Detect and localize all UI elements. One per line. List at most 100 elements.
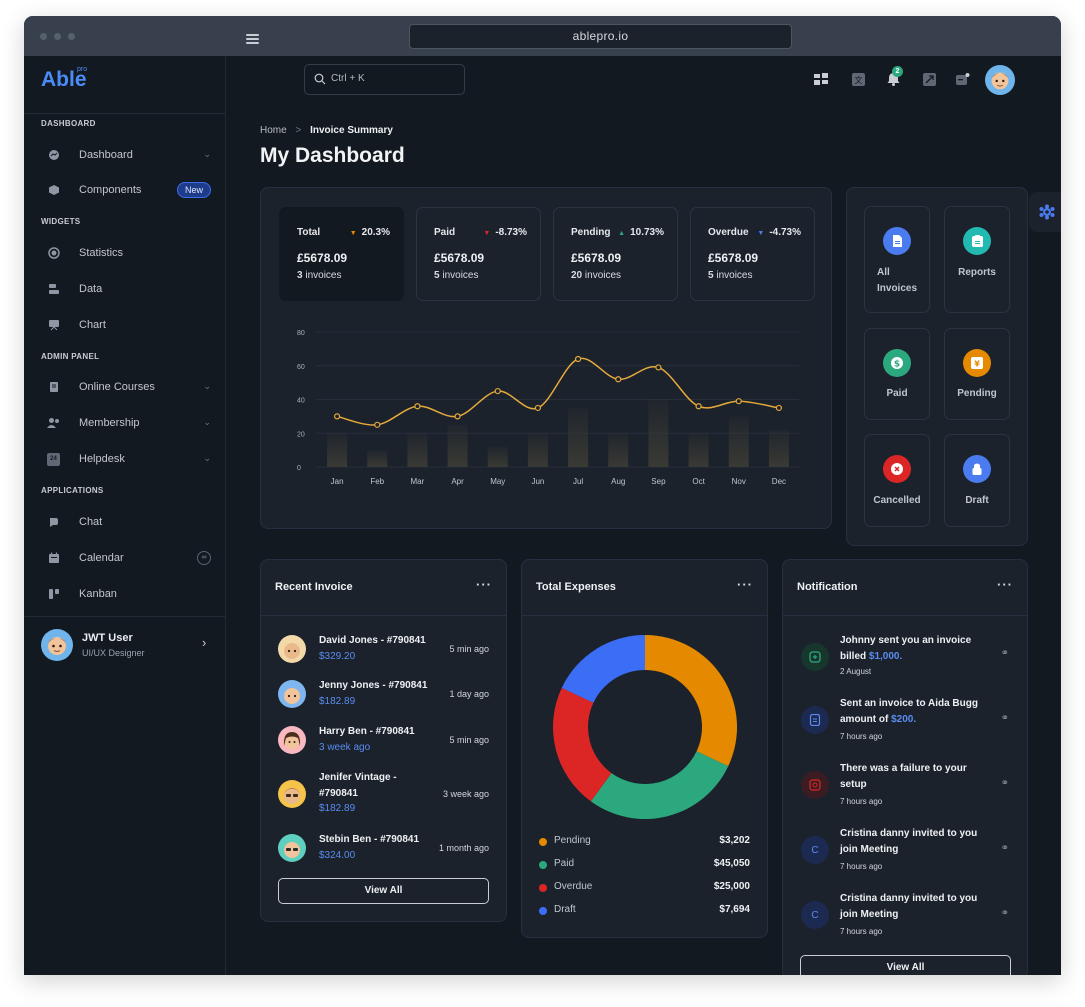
- close-window-button[interactable]: [40, 33, 47, 40]
- action-reports[interactable]: Reports: [944, 206, 1010, 313]
- sidebar-item-label: Data: [79, 283, 103, 295]
- stat-card-overdue[interactable]: Overdue ▼ -4.73% £5678.09 5 invoices: [690, 207, 815, 301]
- action-paid[interactable]: $ Paid: [864, 328, 930, 420]
- sidebar-item-chat[interactable]: Chat: [41, 510, 211, 534]
- profile-avatar[interactable]: [985, 65, 1015, 95]
- fullscreen-icon[interactable]: [921, 71, 937, 87]
- browser-window: ablepro.io Able pro DASHBOARD Dashboard …: [24, 16, 1061, 975]
- stat-amount: £5678.09: [571, 251, 622, 265]
- sidebar-item-membership[interactable]: Membership ⌄: [41, 411, 211, 435]
- x-tick-label: Dec: [772, 477, 786, 486]
- notification-text-part: Johnny sent you an invoice billed: [840, 635, 972, 662]
- legend-item-draft: Draft $7,694: [539, 903, 750, 919]
- sidebar-item-kanban[interactable]: Kanban: [41, 582, 211, 606]
- chart-point: [655, 364, 662, 371]
- chart-bar: [487, 446, 508, 467]
- stat-change: ▼ -4.73%: [757, 227, 801, 238]
- panel-title: Notification: [797, 581, 858, 593]
- x-tick-label: Nov: [732, 477, 746, 486]
- legend-label: Overdue: [554, 881, 593, 892]
- view-all-notifications-button[interactable]: View All: [800, 955, 1011, 975]
- more-options-icon[interactable]: ···: [737, 577, 753, 592]
- sidebar-item-online-courses[interactable]: Online Courses ⌄: [41, 375, 211, 399]
- trend-down-icon: ▼: [483, 230, 491, 237]
- action-label-line: All: [877, 267, 890, 278]
- sidebar-item-calendar[interactable]: Calendar ∞: [41, 546, 211, 570]
- gear-icon: [1039, 204, 1055, 220]
- chart-bar: [327, 433, 348, 467]
- stat-count: 5 invoices: [434, 270, 478, 281]
- settings-gear-button[interactable]: [1029, 192, 1061, 232]
- chart-bar: [728, 416, 749, 467]
- chevron-down-icon: ⌄: [203, 417, 211, 427]
- sidebar-item-statistics[interactable]: Statistics: [41, 241, 211, 265]
- sidebar-item-label: Calendar: [79, 552, 124, 564]
- stat-count-unit: invoices: [305, 270, 342, 281]
- action-pending[interactable]: ¥ Pending: [944, 328, 1010, 420]
- stat-card-paid[interactable]: Paid ▼ -8.73% £5678.09 5 invoices: [416, 207, 541, 301]
- view-all-invoices-button[interactable]: View All: [278, 878, 489, 904]
- sidebar-item-components[interactable]: Components New: [41, 178, 211, 202]
- legend-value: $45,050: [713, 858, 750, 869]
- sidebar-item-label: Kanban: [79, 588, 117, 600]
- cancel-icon: [883, 455, 911, 483]
- breadcrumb-separator: >: [295, 125, 302, 136]
- file-icon: [801, 706, 829, 734]
- stat-count-unit: invoices: [716, 270, 753, 281]
- breadcrumb-home[interactable]: Home: [260, 125, 287, 136]
- search-input[interactable]: Ctrl + K: [304, 64, 465, 95]
- x-tick-label: Feb: [370, 477, 384, 486]
- avatar: [41, 629, 73, 661]
- stat-card-total[interactable]: Total ▼ 20.3% £5678.09 3 invoices: [279, 207, 404, 301]
- legend-swatch: [539, 907, 547, 915]
- sidebar-item-label: Online Courses: [79, 381, 155, 393]
- link-icon[interactable]: ⚭: [1001, 713, 1009, 724]
- donut-slice-draft: [561, 635, 645, 703]
- quick-actions-card: All Invoices Reports $ Paid ¥ Pending Can…: [846, 187, 1028, 546]
- stat-count: 5 invoices: [708, 270, 752, 281]
- maximize-window-button[interactable]: [68, 33, 75, 40]
- chart-point: [374, 421, 381, 428]
- more-options-icon[interactable]: ···: [476, 577, 492, 592]
- invoice-amount: 3 week ago: [319, 742, 371, 753]
- total-expenses-card: Total Expenses ··· Pending $3,202 Paid $…: [521, 559, 768, 938]
- section-widgets: WIDGETS: [41, 217, 81, 226]
- link-icon: ∞: [197, 551, 211, 565]
- stat-card-pending[interactable]: Pending ▲ 10.73% £5678.09 20 invoices: [553, 207, 678, 301]
- chart-bar: [527, 433, 548, 467]
- sidebar-item-chart[interactable]: Chart: [41, 313, 211, 337]
- sidebar-item-data[interactable]: Data: [41, 277, 211, 301]
- menu-toggle-icon[interactable]: [246, 34, 259, 44]
- stat-change-value: 10.73%: [630, 227, 664, 238]
- user-role: UI/UX Designer: [82, 648, 145, 658]
- layout-icon[interactable]: [813, 71, 829, 87]
- stat-count-value: 5: [434, 270, 440, 281]
- minimize-window-button[interactable]: [54, 33, 61, 40]
- action-draft[interactable]: Draft: [944, 434, 1010, 527]
- chart-bar: [407, 433, 428, 467]
- action-cancelled[interactable]: Cancelled: [864, 434, 930, 527]
- chevron-right-icon[interactable]: ›: [202, 635, 206, 650]
- sidebar-item-label: Chat: [79, 516, 103, 528]
- donut-slice-pending: [645, 635, 737, 767]
- more-options-icon[interactable]: ···: [997, 577, 1013, 592]
- chart-bar: [688, 433, 709, 467]
- stat-label: Overdue: [708, 227, 749, 238]
- sidebar-item-helpdesk[interactable]: 24 Helpdesk ⌄: [41, 447, 211, 471]
- document-icon: [883, 227, 911, 255]
- inbox-icon[interactable]: [955, 71, 971, 87]
- link-icon[interactable]: ⚭: [1001, 648, 1009, 659]
- stat-count-unit: invoices: [584, 270, 622, 281]
- address-bar[interactable]: ablepro.io: [409, 24, 792, 49]
- invoice-name: Jenny Jones - #790841: [319, 680, 428, 691]
- link-icon[interactable]: ⚭: [1001, 843, 1009, 854]
- language-icon[interactable]: 文: [850, 71, 866, 87]
- sidebar-item-label: Statistics: [79, 247, 124, 259]
- x-tick-label: May: [490, 477, 505, 486]
- link-icon[interactable]: ⚭: [1001, 908, 1009, 919]
- avatar: [278, 680, 306, 708]
- sidebar-item-dashboard[interactable]: Dashboard ⌄: [41, 143, 211, 167]
- sidebar-user-profile[interactable]: JWT User UI/UX Designer ›: [24, 616, 226, 671]
- link-icon[interactable]: ⚭: [1001, 778, 1009, 789]
- action-all-invoices[interactable]: All Invoices: [864, 206, 930, 313]
